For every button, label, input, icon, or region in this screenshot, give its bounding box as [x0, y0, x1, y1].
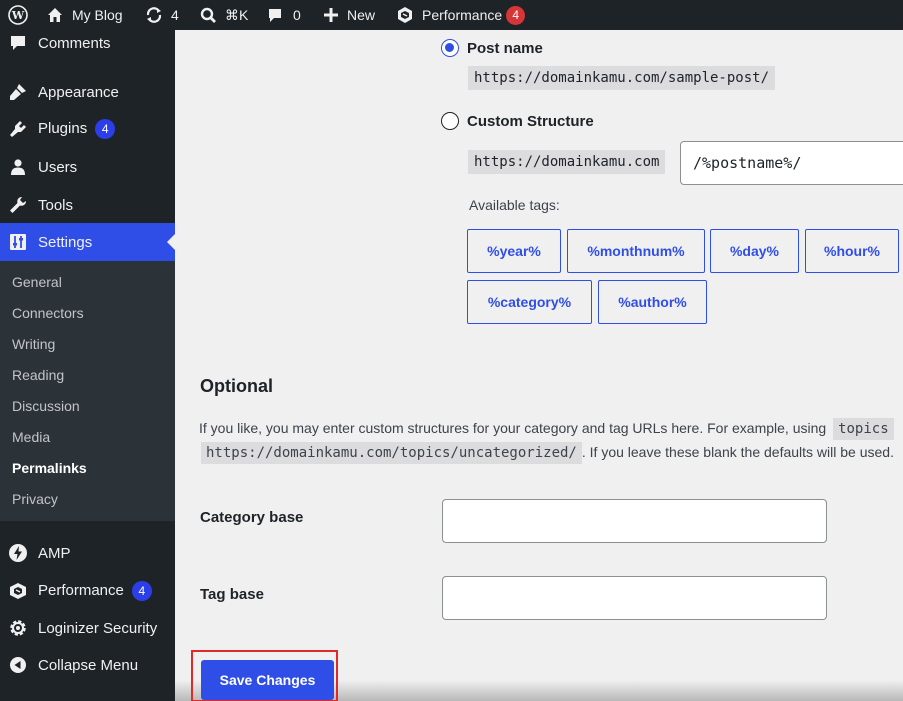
collapse-menu-button[interactable]: Collapse Menu — [0, 647, 175, 683]
comment-icon — [267, 7, 283, 23]
user-icon — [8, 157, 28, 177]
menu-performance[interactable]: Performance 4 — [0, 573, 175, 609]
tag-day-button[interactable]: %day% — [710, 229, 799, 273]
optional-description: If you like, you may enter custom struct… — [199, 418, 894, 440]
save-highlight-box: Save Changes — [191, 650, 338, 701]
performance-icon — [396, 6, 414, 24]
command-search[interactable]: ⌘K — [200, 0, 248, 30]
menu-amp[interactable]: AMP — [0, 535, 175, 571]
menu-loginizer-security[interactable]: Loginizer Security — [0, 610, 175, 646]
menu-label: Collapse Menu — [38, 656, 139, 674]
menu-tools[interactable]: Tools — [0, 187, 175, 223]
custom-structure-input[interactable]: /%postname%/ — [680, 141, 903, 185]
performance-badge: 4 — [506, 5, 526, 25]
search-shortcut: ⌘K — [225, 6, 249, 23]
submenu-reading[interactable]: Reading — [12, 367, 64, 383]
menu-plugins[interactable]: Plugins 4 — [0, 111, 175, 147]
plugin-icon — [8, 119, 28, 139]
submenu-general[interactable]: General — [12, 274, 62, 290]
category-base-input[interactable] — [442, 499, 827, 543]
brush-icon — [8, 82, 28, 102]
tag-hour-button[interactable]: %hour% — [805, 229, 899, 273]
performance-link[interactable]: Performance 4 — [396, 0, 526, 30]
tag-year-button[interactable]: %year% — [467, 229, 561, 273]
optional-description-cont: https://domainkamu.com/topics/uncategori… — [201, 442, 894, 464]
menu-appearance[interactable]: Appearance — [0, 74, 175, 110]
submenu-writing[interactable]: Writing — [12, 336, 55, 352]
submenu-media[interactable]: Media — [12, 429, 50, 445]
menu-label: Plugins 4 — [38, 119, 116, 139]
comments-count: 0 — [293, 7, 301, 23]
plugins-badge: 4 — [95, 119, 116, 139]
plus-icon — [323, 7, 339, 23]
search-icon — [200, 7, 217, 24]
tag-monthnum-button[interactable]: %monthnum% — [567, 229, 705, 273]
settings-icon — [8, 232, 28, 252]
admin-sidebar: Comments Appearance Plugins 4 Users Tools… — [0, 30, 175, 701]
comment-icon — [8, 33, 28, 53]
menu-users[interactable]: Users — [0, 149, 175, 185]
submenu-discussion[interactable]: Discussion — [12, 398, 80, 414]
tag-author-button[interactable]: %author% — [598, 280, 707, 324]
menu-label: Appearance — [38, 83, 119, 101]
menu-label: Loginizer Security — [38, 619, 158, 637]
wrench-icon — [8, 195, 28, 215]
new-content-link[interactable]: New — [323, 0, 375, 30]
performance-label: Performance — [422, 7, 503, 23]
new-label: New — [347, 7, 376, 23]
custom-structure-label: Custom Structure — [467, 113, 594, 130]
optional-heading: Optional — [200, 376, 273, 396]
home-icon — [46, 6, 64, 24]
submenu-privacy[interactable]: Privacy — [12, 491, 58, 507]
performance-menu-badge: 4 — [131, 581, 152, 601]
main-content: Post name https://domainkamu.com/sample-… — [175, 30, 903, 701]
site-name: My Blog — [72, 7, 123, 23]
menu-label: Performance 4 — [38, 581, 152, 601]
custom-structure-prefix: https://domainkamu.com — [468, 150, 666, 174]
tag-base-label: Tag base — [200, 586, 264, 603]
menu-comments[interactable]: Comments — [0, 25, 175, 61]
menu-label: AMP — [38, 544, 71, 562]
tag-base-input[interactable] — [442, 576, 827, 620]
topics-url-example: https://domainkamu.com/topics/uncategori… — [201, 442, 582, 464]
tag-category-button[interactable]: %category% — [467, 280, 592, 324]
performance-icon — [8, 581, 28, 601]
post-name-example: https://domainkamu.com/sample-post/ — [468, 66, 776, 90]
menu-label: Users — [38, 158, 78, 176]
save-changes-button[interactable]: Save Changes — [201, 660, 334, 700]
post-name-label: Post name — [467, 40, 543, 57]
post-name-radio[interactable] — [441, 39, 459, 57]
refresh-icon — [145, 6, 163, 24]
svg-text:W: W — [11, 9, 25, 22]
collapse-icon — [8, 655, 28, 675]
menu-label: Settings — [38, 233, 93, 251]
custom-structure-radio[interactable] — [441, 112, 459, 130]
settings-submenu: General Connectors Writing Reading Discu… — [0, 261, 175, 521]
category-base-label: Category base — [200, 509, 304, 526]
menu-settings[interactable]: Settings — [0, 223, 175, 261]
submenu-connectors[interactable]: Connectors — [12, 305, 84, 321]
gear-icon — [8, 618, 28, 638]
available-tags-label: Available tags: — [469, 197, 560, 213]
updates-count: 4 — [171, 7, 179, 23]
menu-label: Comments — [38, 34, 111, 52]
submenu-permalinks[interactable]: Permalinks — [12, 460, 87, 476]
amp-icon — [8, 543, 28, 563]
comments-link[interactable]: 0 — [267, 0, 301, 30]
topics-code: topics — [833, 418, 894, 440]
menu-label: Tools — [38, 196, 74, 214]
